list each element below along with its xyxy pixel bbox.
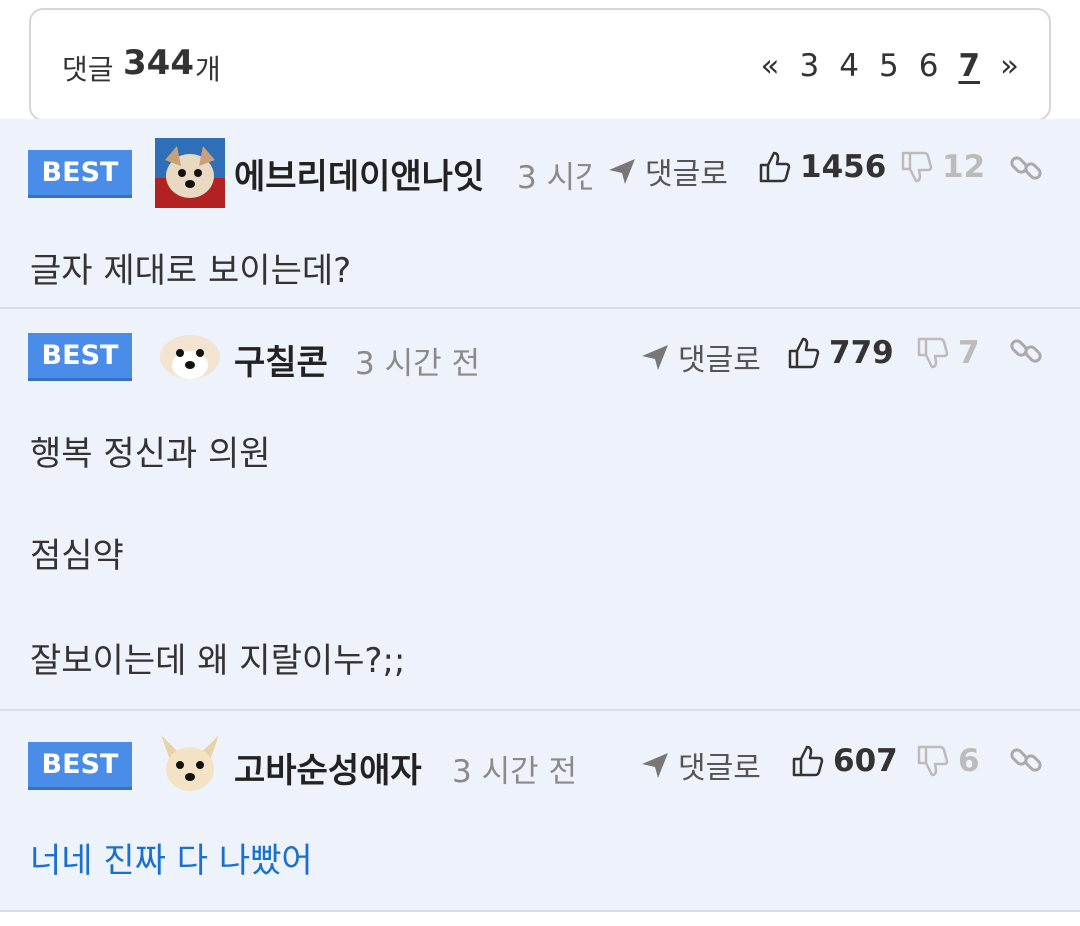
like-count: 779	[829, 335, 894, 371]
thumbs-down-icon	[917, 337, 949, 369]
like-button[interactable]: 1456	[758, 149, 886, 185]
comment-item: BEST 구칠콘 3 시간 전 댓글로 779 7 행복 정신과 의원 점심약 …	[0, 309, 1080, 711]
page-link-4[interactable]: 4	[839, 48, 859, 84]
comment-count: 344	[123, 43, 194, 83]
thumbs-up-icon	[788, 337, 820, 369]
thumbs-down-icon	[917, 745, 949, 777]
comment-item: BEST 에브리데이앤나잇 3 시간 전 댓글로 1456 12 글자 제대로 …	[0, 119, 1080, 309]
comment-body-line: 점심약	[30, 536, 124, 576]
like-button[interactable]: 607	[791, 743, 898, 779]
avatar[interactable]	[159, 325, 221, 387]
reply-button[interactable]: 댓글로	[640, 743, 761, 787]
best-badge: BEST	[28, 333, 132, 381]
link-icon[interactable]	[1008, 742, 1044, 782]
dislike-button[interactable]: 12	[900, 149, 985, 185]
comment-body: 글자 제대로 보이는데?	[30, 251, 352, 291]
link-icon[interactable]	[1008, 150, 1044, 190]
dislike-button[interactable]: 6	[916, 743, 980, 779]
dislike-count: 6	[958, 743, 980, 779]
best-badge: BEST	[28, 742, 132, 790]
pagination-next[interactable]: »	[1000, 48, 1019, 84]
page-link-3[interactable]: 3	[800, 48, 820, 84]
comment-time: 3 시간 전	[452, 754, 577, 790]
page-link-5[interactable]: 5	[879, 48, 899, 84]
best-badge: BEST	[28, 150, 132, 198]
pagination-prev[interactable]: «	[761, 48, 780, 84]
comment-time: 3 시간 전	[355, 346, 480, 382]
comment-body-line: 행복 정신과 의원	[30, 434, 271, 474]
comment-body-line: 잘보이는데 왜 지랄이누?;;	[30, 641, 406, 681]
dislike-count: 12	[942, 149, 986, 185]
dislike-count: 7	[958, 335, 980, 371]
reply-arrow-icon	[609, 159, 635, 184]
comment-count-label: 댓글	[62, 53, 114, 86]
comment-count-unit: 개	[195, 53, 221, 86]
page-link-6[interactable]: 6	[919, 48, 939, 84]
reply-label: 댓글로	[645, 157, 728, 192]
page-link-current[interactable]: 7	[958, 48, 980, 84]
comment-body-link[interactable]: 너네 진짜 다 나빴어	[30, 833, 313, 882]
avatar[interactable]	[157, 731, 223, 797]
reply-label: 댓글로	[678, 751, 761, 786]
reply-label: 댓글로	[678, 343, 761, 378]
comment-item: BEST 고바순성애자 3 시간 전 댓글로 607 6 너네 진짜 다 나빴어	[0, 711, 1080, 912]
comment-header: 댓글 344 개 « 3 4 5 6 7 »	[29, 8, 1051, 121]
link-icon[interactable]	[1008, 333, 1044, 373]
comment-time: 3 시간 전	[517, 160, 592, 196]
like-count: 607	[833, 743, 898, 779]
thumbs-up-icon	[759, 151, 791, 183]
pagination: « 3 4 5 6 7 »	[741, 44, 1019, 88]
reply-arrow-icon	[642, 753, 668, 778]
like-count: 1456	[800, 149, 887, 185]
avatar[interactable]	[155, 138, 225, 208]
username[interactable]: 에브리데이앤나잇	[234, 149, 484, 198]
reply-button[interactable]: 댓글로	[640, 335, 761, 379]
dislike-button[interactable]: 7	[916, 335, 980, 371]
reply-arrow-icon	[642, 345, 668, 370]
thumbs-up-icon	[792, 745, 824, 777]
like-button[interactable]: 779	[787, 335, 894, 371]
username[interactable]: 구칠콘	[234, 335, 328, 384]
reply-button[interactable]: 댓글로	[607, 149, 728, 193]
thumbs-down-icon	[901, 151, 933, 183]
username[interactable]: 고바순성애자	[234, 743, 422, 792]
